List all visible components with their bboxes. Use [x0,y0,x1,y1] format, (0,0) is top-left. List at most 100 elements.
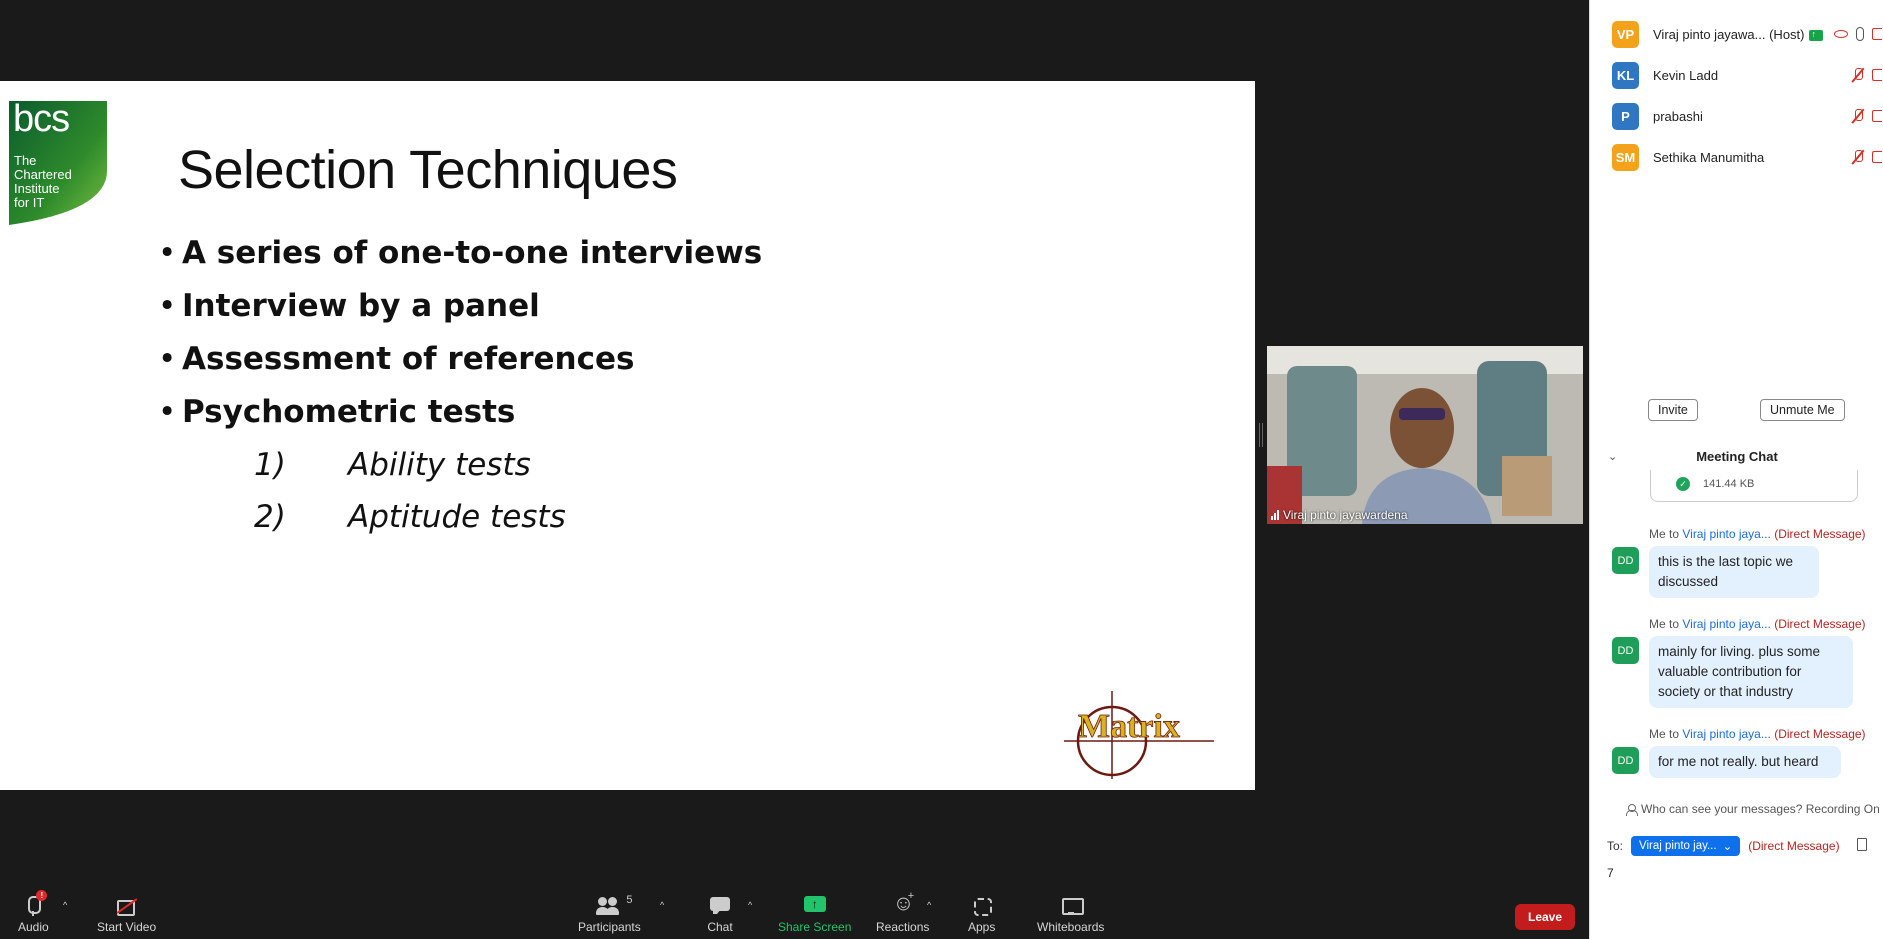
side-panel: VP Viraj pinto jayawa... (Host) KL Kevin… [1589,0,1883,939]
slide-bullet: • Psychometric tests [158,394,516,430]
screen-share-icon [1808,29,1823,41]
video-feed [1267,346,1583,524]
audio-options-caret[interactable]: ^ [63,900,67,910]
mic-muted-icon [1852,149,1864,165]
video-off-icon [1872,69,1882,81]
slide-bullet-list: • A series of one-to-one interviews • Inte… [158,227,762,439]
chat-icon [707,896,733,916]
slide-subitem: 2) Aptitude tests [254,499,566,535]
check-icon: ✓ [1676,477,1690,491]
participant-status-icons [1852,149,1882,165]
svg-text:bcs: bcs [13,101,69,140]
svg-text:Matrix: Matrix [1078,708,1180,745]
unmute-me-button[interactable]: Unmute Me [1760,399,1845,421]
file-icon[interactable] [1857,838,1867,851]
recipient-link[interactable]: Viraj pinto jaya... [1682,617,1771,631]
avatar: KL [1612,61,1639,89]
recipient-link[interactable]: Viraj pinto jaya... [1682,727,1771,741]
participant-item[interactable]: KL Kevin Ladd [1612,61,1882,89]
message-header: Me to Viraj pinto jaya... (Direct Messag… [1649,727,1866,741]
to-label: To: [1607,839,1624,853]
matrix-logo: Matrix [1064,691,1214,779]
chat-input[interactable]: 7 [1607,866,1614,880]
whiteboards-button[interactable]: Whiteboards [1037,896,1104,936]
slide-bullet: • A series of one-to-one interviews [158,235,763,271]
svg-text:The: The [14,153,36,168]
slide-subitem: 1) Ability tests [254,447,531,483]
video-tile[interactable]: Viraj pinto jayawardena [1267,346,1583,524]
apps-icon [969,896,995,916]
avatar: VP [1612,20,1639,48]
invite-button[interactable]: Invite [1648,399,1698,421]
alert-badge: ! [36,890,48,901]
file-size: 141.44 KB [1703,478,1755,490]
participant-name: Kevin Ladd [1653,67,1719,83]
svg-text:for IT: for IT [14,195,44,210]
main-stage: bcs The Chartered Institute for IT Selec… [0,0,1589,872]
participant-status-icons [1852,108,1882,124]
chat-message[interactable]: this is the last topic we discussed [1649,546,1819,598]
message-header: Me to Viraj pinto jaya... (Direct Messag… [1649,527,1866,541]
start-video-button[interactable]: Start Video [97,896,156,936]
file-attachment-card[interactable]: ✓ 141.44 KB [1650,470,1858,502]
svg-text:Chartered: Chartered [14,167,72,182]
participants-count: 5 [626,894,633,906]
chat-header: ⌄ Meeting Chat [1590,444,1883,470]
recipient-link[interactable]: Viraj pinto jaya... [1682,527,1771,541]
bcs-logo: bcs The Chartered Institute for IT [9,101,107,225]
participant-item[interactable]: VP Viraj pinto jayawa... (Host) [1612,20,1882,48]
slide-bullet: • Assessment of references [158,341,635,377]
avatar: SM [1612,143,1639,171]
shared-slide: bcs The Chartered Institute for IT Selec… [0,81,1255,790]
slide-bullet: • Interview by a panel [158,288,540,324]
chat-title: Meeting Chat [1696,449,1778,464]
audio-button[interactable]: ! Audio [18,890,49,936]
slide-title: Selection Techniques [178,140,678,200]
slide-subitem-list: 1) Ability tests 2) Aptitude tests [254,439,566,543]
share-screen-icon [802,896,828,916]
signal-strength-icon [1271,510,1279,520]
reactions-button[interactable]: Reactions [876,890,929,936]
avatar: DD [1612,637,1639,664]
participant-item[interactable]: P prabashi [1612,102,1882,130]
chat-options-caret[interactable]: ^ [748,900,752,910]
message-header: Me to Viraj pinto jaya... (Direct Messag… [1649,617,1866,631]
chevron-down-icon: ⌄ [1722,841,1733,853]
mic-muted-icon [1852,67,1864,83]
video-name-label: Viraj pinto jayawardena [1271,508,1408,522]
participant-name: Viraj pinto jayawa... (Host) [1653,27,1823,42]
avatar: DD [1612,547,1639,574]
direct-message-label: (Direct Message) [1748,839,1840,853]
who-can-see-link[interactable]: Who can see your messages? Recording On [1626,802,1880,816]
participants-button[interactable]: 5 Participants [578,894,641,936]
svg-text:Institute: Institute [14,181,60,196]
participants-icon: 5 [596,894,632,916]
microphone-icon [1856,27,1864,41]
participant-status-icons [1834,27,1882,41]
meeting-toolbar: ! Audio ^ Start Video 5 Participants ^ C… [0,888,1589,939]
participant-status-icons [1852,67,1882,83]
leave-button[interactable]: Leave [1515,904,1575,930]
participant-name: Sethika Manumitha [1653,149,1765,165]
eye-off-icon [1834,30,1848,38]
avatar: DD [1612,747,1639,774]
mic-muted-icon [1852,108,1864,124]
reactions-icon [890,890,916,916]
participant-item[interactable]: SM Sethika Manumitha [1612,143,1882,171]
recipient-row: To: Viraj pinto jay... ⌄ (Direct Message) [1607,836,1840,856]
person-icon [1626,803,1638,816]
recipient-dropdown[interactable]: Viraj pinto jay... ⌄ [1631,836,1741,856]
video-off-icon [1872,28,1882,40]
chat-message[interactable]: for me not really. but heard [1649,746,1841,778]
chat-button[interactable]: Chat [707,896,733,936]
zoom-meeting-window: bcs The Chartered Institute for IT Selec… [0,0,1883,939]
whiteboard-icon [1058,896,1084,916]
reactions-options-caret[interactable]: ^ [927,900,931,910]
participants-options-caret[interactable]: ^ [660,900,664,910]
chat-message[interactable]: mainly for living. plus some valuable co… [1649,636,1853,708]
video-off-icon [1872,110,1882,122]
splitter-handle[interactable] [1259,423,1263,447]
video-off-icon [1872,151,1882,163]
apps-button[interactable]: Apps [968,896,995,936]
share-screen-button[interactable]: Share Screen [778,896,851,936]
